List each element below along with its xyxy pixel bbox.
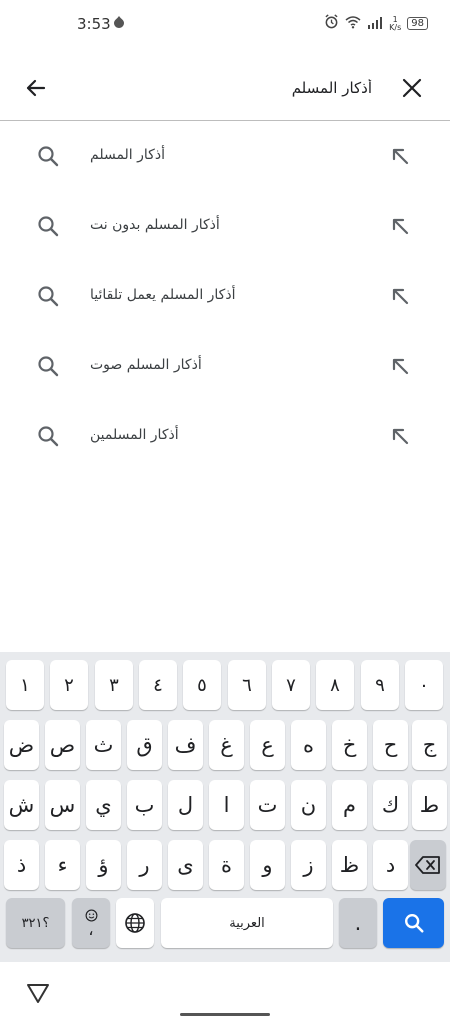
search-header [0,60,450,120]
key[interactable]: ع [250,720,285,770]
key[interactable]: ظ [332,840,367,890]
key[interactable]: ٤ [139,660,177,710]
key[interactable]: خ [332,720,367,770]
suggestion-label: أذكار المسلم بدون نت [90,217,220,233]
search-icon [38,146,59,167]
key[interactable]: ٠ [405,660,443,710]
language-key[interactable] [116,898,154,948]
key[interactable]: ٣ [95,660,133,710]
battery-icon: 98 [407,17,428,30]
key[interactable]: س [45,780,80,830]
backspace-key[interactable] [410,840,446,890]
key[interactable]: ش [4,780,39,830]
suggestion-list: أذكار المسلم أذكار المسلم بدون نت أذكار … [0,121,450,471]
key[interactable]: ه [291,720,326,770]
alarm-icon [324,14,339,33]
search-icon [38,216,59,237]
key[interactable]: ة [209,840,244,890]
key[interactable]: ١ [6,660,44,710]
key[interactable]: ث [86,720,121,770]
key[interactable]: ض [4,720,39,770]
search-icon [38,426,59,447]
key[interactable]: ق [127,720,162,770]
comma-label: ، [88,919,94,939]
search-icon [38,286,59,307]
search-submit-key[interactable] [383,898,444,948]
suggestion-item[interactable]: أذكار المسلم بدون نت [0,191,450,261]
key[interactable]: ل [168,780,203,830]
key[interactable]: و [250,840,285,890]
key[interactable]: ر [127,840,162,890]
status-bar: 3:53 1 K/s 98 [0,0,450,50]
arrow-up-left-icon[interactable] [388,284,412,308]
arrow-up-left-icon[interactable] [388,354,412,378]
backspace-icon [415,856,440,874]
key[interactable]: ٢ [50,660,88,710]
globe-icon [125,913,145,933]
key[interactable]: ن [291,780,326,830]
key[interactable]: ؤ [86,840,121,890]
status-time: 3:53 [77,15,111,33]
suggestion-item[interactable]: أذكار المسلم صوت [0,331,450,401]
key[interactable]: ف [168,720,203,770]
arrow-up-left-icon[interactable] [388,214,412,238]
key[interactable]: ٦ [228,660,266,710]
key[interactable]: ز [291,840,326,890]
suggestion-item[interactable]: أذكار المسلمين [0,401,450,471]
key[interactable]: ا [209,780,244,830]
network-speed-unit: K/s [389,22,402,32]
key[interactable]: ذ [4,840,39,890]
suggestion-label: أذكار المسلم صوت [90,357,202,373]
keyboard-letter-row: ض ص ث ق ف غ ع ه خ ح ج [0,720,450,780]
keyboard-number-row: ١ ٢ ٣ ٤ ٥ ٦ ٧ ٨ ٩ ٠ [0,660,450,720]
key[interactable]: ٧ [272,660,310,710]
network-speed: 1 K/s [389,15,402,32]
key[interactable]: ى [168,840,203,890]
status-indicators: 1 K/s 98 [324,14,428,33]
key[interactable]: ٩ [361,660,399,710]
key[interactable]: ت [250,780,285,830]
keyboard-hide-icon[interactable] [26,982,50,1004]
suggestion-label: أذكار المسلم [90,147,165,163]
back-button[interactable] [18,70,54,106]
arrow-left-icon [26,79,46,97]
leaf-notification-icon [112,14,126,33]
home-indicator[interactable] [180,1013,270,1016]
key[interactable]: ٨ [316,660,354,710]
key[interactable]: ء [45,840,80,890]
keyboard-bottom-row: ؟٣٢١ ، العربية . [0,898,450,958]
wifi-icon [345,14,361,33]
key[interactable]: ص [45,720,80,770]
emoji-comma-key[interactable]: ، [72,898,110,948]
search-icon [38,356,59,377]
keyboard: ١ ٢ ٣ ٤ ٥ ٦ ٧ ٨ ٩ ٠ ض ص ث ق ف غ ع ه خ ح … [0,652,450,962]
search-icon [404,914,424,933]
key[interactable]: ط [412,780,447,830]
suggestion-item[interactable]: أذكار المسلم [0,121,450,191]
navigation-bar [0,962,450,1024]
keyboard-letter-row: ش س ي ب ل ا ت ن م ك ط [0,780,450,840]
key[interactable]: ب [127,780,162,830]
key[interactable]: غ [209,720,244,770]
signal-icon [367,14,383,33]
key[interactable]: م [332,780,367,830]
close-icon [402,78,422,98]
suggestion-label: أذكار المسلمين [90,427,179,443]
clear-search-button[interactable] [394,70,430,106]
key[interactable]: د [373,840,408,890]
key[interactable]: ك [373,780,408,830]
keyboard-letter-row: ذ ء ؤ ر ى ة و ز ظ د [0,840,450,900]
key[interactable]: ج [412,720,447,770]
suggestion-label: أذكار المسلم يعمل تلقائيا [90,287,236,303]
key[interactable]: ح [373,720,408,770]
search-input[interactable] [102,70,372,106]
arrow-up-left-icon[interactable] [388,144,412,168]
space-key[interactable]: العربية [161,898,333,948]
arrow-up-left-icon[interactable] [388,424,412,448]
key[interactable]: ٥ [183,660,221,710]
key[interactable]: ي [86,780,121,830]
symbols-key[interactable]: ؟٣٢١ [6,898,65,948]
period-key[interactable]: . [339,898,377,948]
suggestion-item[interactable]: أذكار المسلم يعمل تلقائيا [0,261,450,331]
